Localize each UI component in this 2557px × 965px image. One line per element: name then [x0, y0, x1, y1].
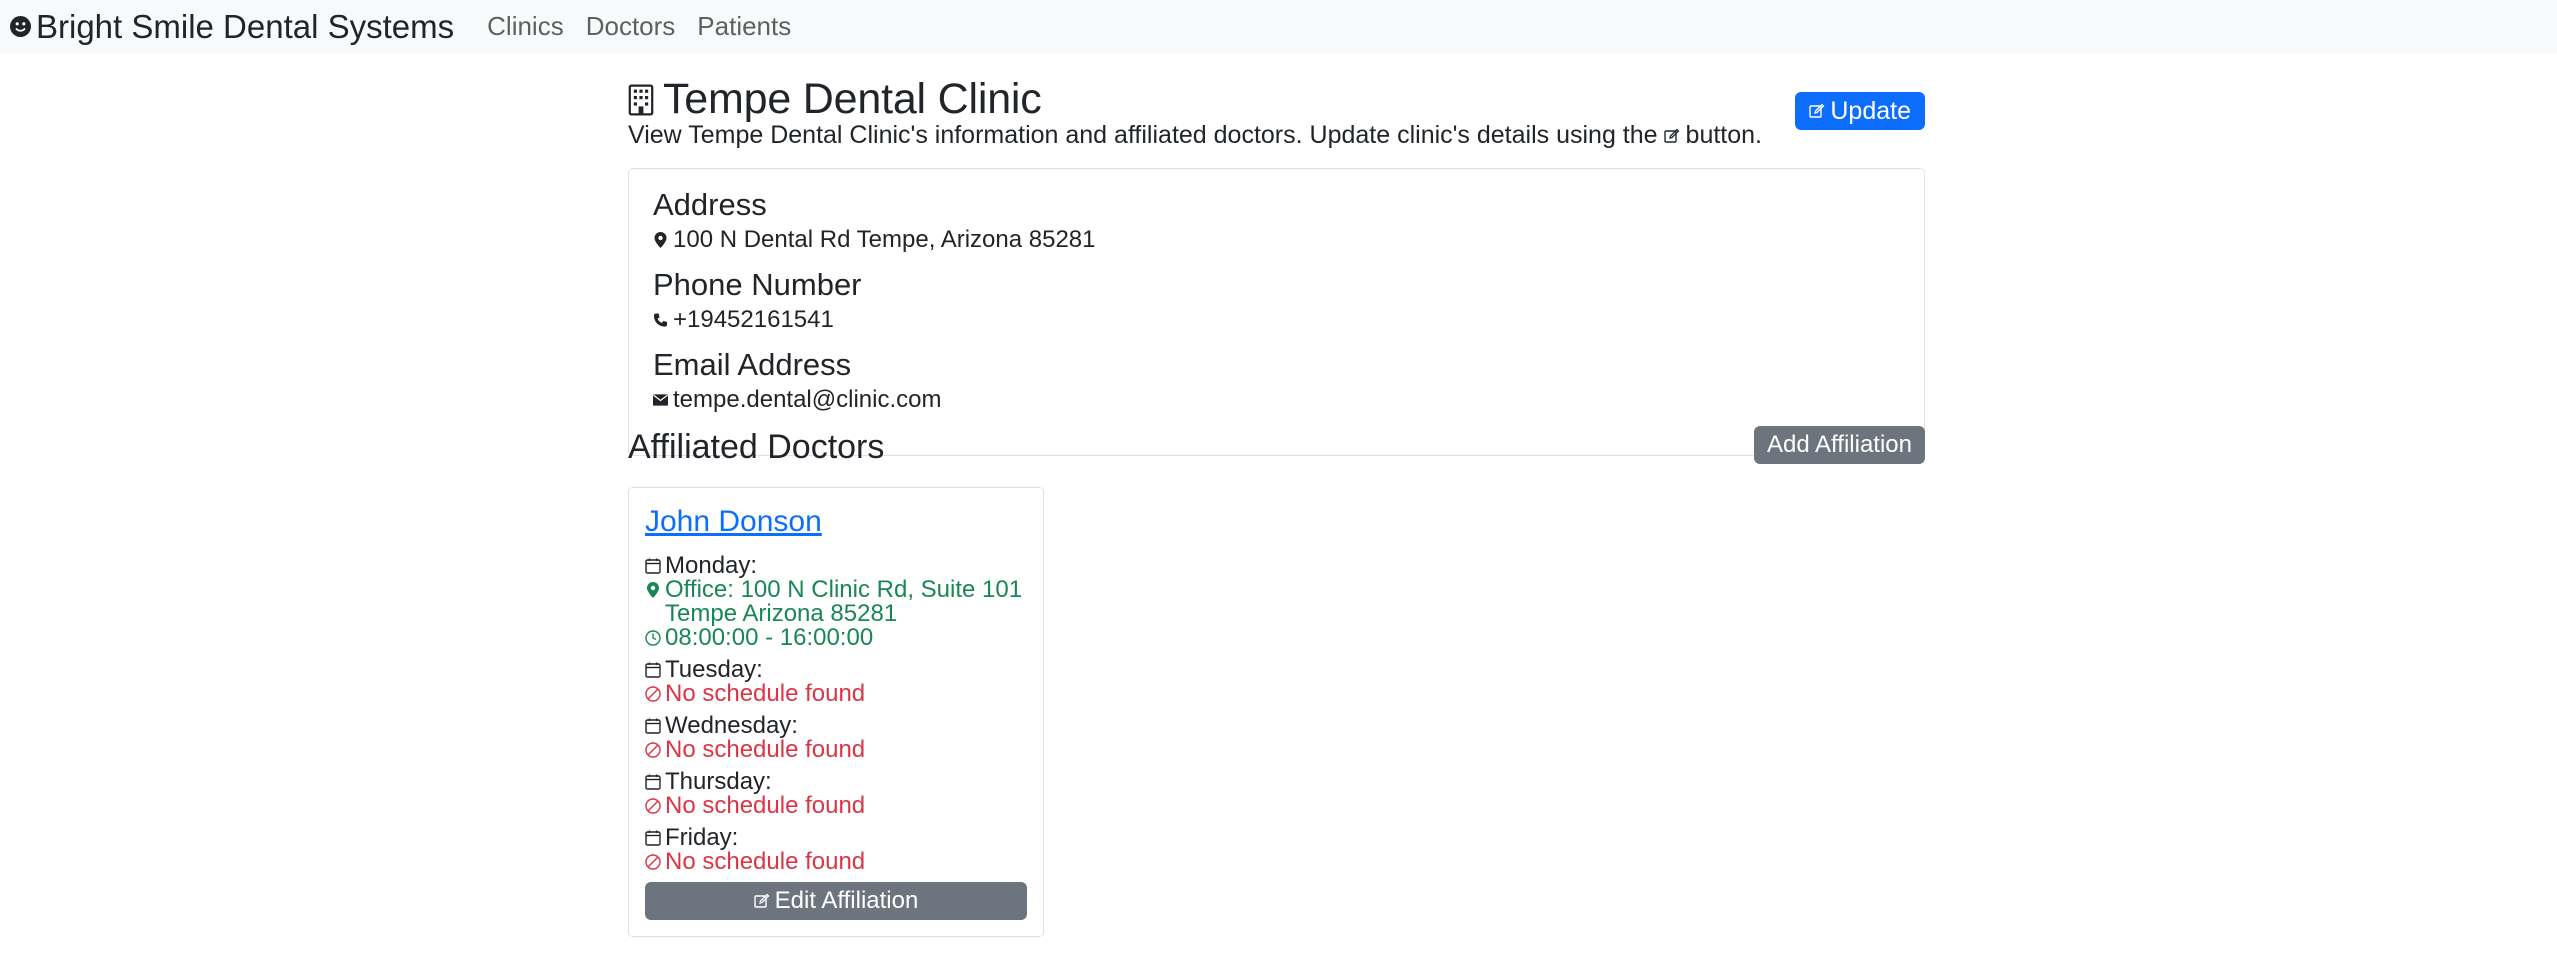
calendar-icon: [645, 774, 661, 790]
no-schedule-text: No schedule found: [665, 736, 866, 763]
calendar-icon: [645, 558, 661, 574]
day-block-monday: Monday: Office: 100 N Clinic Rd, Suite 1…: [645, 552, 1027, 650]
day-label-row: Thursday:: [645, 768, 1027, 795]
day-block-thursday: Thursday: No schedule found: [645, 768, 1027, 818]
phone-value: +19452161541: [673, 306, 834, 333]
nav-link-patients[interactable]: Patients: [697, 11, 791, 42]
address-value-row: 100 N Dental Rd Tempe, Arizona 85281: [653, 221, 1900, 259]
nav-link-doctors[interactable]: Doctors: [586, 11, 676, 42]
phone-icon: [653, 313, 668, 327]
clinic-info-card: Address 100 N Dental Rd Tempe, Arizona 8…: [628, 168, 1925, 456]
no-schedule-row: No schedule found: [645, 682, 1027, 706]
address-value: 100 N Dental Rd Tempe, Arizona 85281: [673, 226, 1096, 253]
brand-name: Bright Smile Dental Systems: [36, 7, 455, 45]
nav-link-clinics[interactable]: Clinics: [487, 11, 564, 42]
ban-icon: [645, 798, 661, 814]
page-title: Tempe Dental Clinic: [663, 75, 1042, 123]
main-container: Tempe Dental Clinic View Tempe Dental Cl…: [628, 53, 1925, 937]
building-icon: [628, 83, 654, 116]
brand-link[interactable]: Bright Smile Dental Systems: [10, 8, 454, 46]
smile-icon: [10, 16, 31, 37]
ban-icon: [645, 686, 661, 702]
phone-label: Phone Number: [653, 267, 862, 302]
no-schedule-text: No schedule found: [665, 848, 866, 875]
page-header: Tempe Dental Clinic View Tempe Dental Cl…: [628, 53, 1925, 171]
no-schedule-row: No schedule found: [645, 850, 1027, 874]
office-row: Office: 100 N Clinic Rd, Suite 101 Tempe…: [645, 578, 1027, 626]
top-navbar: Bright Smile Dental Systems Clinics Doct…: [0, 0, 2557, 53]
email-label: Email Address: [653, 347, 852, 382]
calendar-icon: [645, 662, 661, 678]
location-pin-icon: [647, 582, 659, 598]
day-label-row: Wednesday:: [645, 712, 1027, 739]
envelope-icon: [653, 394, 668, 406]
no-schedule-row: No schedule found: [645, 794, 1027, 818]
day-block-friday: Friday: No schedule found: [645, 824, 1027, 874]
address-label: Address: [653, 187, 767, 222]
edit-icon: [1663, 128, 1679, 143]
doctor-name-link[interactable]: John Donson: [645, 504, 1027, 554]
calendar-icon: [645, 830, 661, 846]
office-hours: 08:00:00 - 16:00:00: [665, 624, 874, 651]
no-schedule-text: No schedule found: [665, 792, 866, 819]
update-button[interactable]: Update: [1795, 92, 1925, 130]
email-value: tempe.dental@clinic.com: [673, 386, 942, 413]
edit-affiliation-button[interactable]: Edit Affiliation: [645, 882, 1027, 920]
affiliated-doctors-title: Affiliated Doctors: [628, 428, 885, 466]
day-label-row: Friday:: [645, 824, 1027, 851]
doctor-card: John Donson Monday: Office: 100 N Clinic…: [628, 487, 1044, 937]
no-schedule-row: No schedule found: [645, 738, 1027, 762]
edit-icon: [1809, 103, 1825, 118]
ban-icon: [645, 854, 661, 870]
subtitle-text-end: button.: [1685, 121, 1762, 149]
no-schedule-text: No schedule found: [665, 680, 866, 707]
page-subtitle: View Tempe Dental Clinic's information a…: [628, 121, 1762, 150]
phone-value-row: +19452161541: [653, 301, 1900, 339]
clock-icon: [645, 630, 661, 646]
add-affiliation-button[interactable]: Add Affiliation: [1754, 426, 1925, 464]
day-block-wednesday: Wednesday: No schedule found: [645, 712, 1027, 762]
ban-icon: [645, 742, 661, 758]
title-row: Tempe Dental Clinic: [628, 75, 1042, 124]
day-label-row: Tuesday:: [645, 656, 1027, 683]
day-label-row: Monday:: [645, 552, 1027, 579]
edit-affiliation-label: Edit Affiliation: [774, 887, 919, 914]
hours-row: 08:00:00 - 16:00:00: [645, 626, 1027, 650]
location-pin-icon: [654, 232, 667, 248]
email-value-row: tempe.dental@clinic.com: [653, 381, 1900, 419]
office-address: Office: 100 N Clinic Rd, Suite 101 Tempe…: [665, 576, 1023, 627]
subtitle-text: View Tempe Dental Clinic's information a…: [628, 121, 1658, 149]
update-button-label: Update: [1830, 96, 1911, 125]
calendar-icon: [645, 718, 661, 734]
day-block-tuesday: Tuesday: No schedule found: [645, 656, 1027, 706]
edit-icon: [753, 893, 770, 908]
